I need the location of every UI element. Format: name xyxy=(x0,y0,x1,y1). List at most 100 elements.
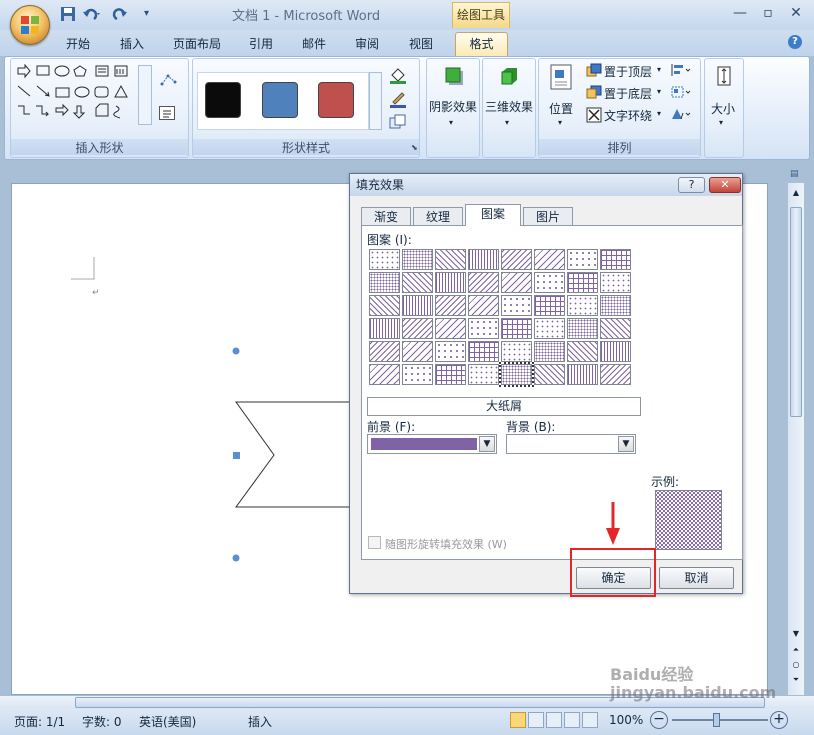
pattern-cell[interactable] xyxy=(567,249,598,270)
shadow-effects-button[interactable]: 阴影效果 xyxy=(429,98,477,115)
pattern-cell[interactable] xyxy=(369,318,400,339)
pattern-cell[interactable] xyxy=(369,341,400,362)
bring-to-front-icon[interactable] xyxy=(586,63,602,77)
pattern-cell[interactable] xyxy=(567,295,598,316)
pattern-cell[interactable] xyxy=(567,341,598,362)
rotate-icon[interactable] xyxy=(670,107,692,121)
position-icon[interactable] xyxy=(550,64,572,90)
pattern-cell[interactable] xyxy=(402,272,433,293)
pattern-cell[interactable] xyxy=(402,249,433,270)
shape-outline-icon[interactable] xyxy=(388,90,408,108)
undo-icon[interactable] xyxy=(82,6,100,22)
style-swatch-black[interactable] xyxy=(205,82,241,118)
zoom-slider[interactable] xyxy=(672,719,768,721)
foreground-dropdown-icon[interactable]: ▼ xyxy=(479,436,495,452)
tab-mailings[interactable]: 邮件 xyxy=(302,34,326,54)
style-swatch-blue[interactable] xyxy=(262,82,298,118)
tab-texture[interactable]: 纹理 xyxy=(413,207,463,226)
pattern-cell[interactable] xyxy=(567,272,598,293)
style-gallery-scroll[interactable] xyxy=(369,72,382,130)
vertical-scrollbar[interactable]: ▲ ▼ ⏶ ○ ⏷ xyxy=(788,183,804,695)
pattern-cell[interactable] xyxy=(600,341,631,362)
tab-references[interactable]: 引用 xyxy=(249,34,273,54)
pattern-cell[interactable] xyxy=(534,318,565,339)
outline-view-icon[interactable] xyxy=(564,712,580,728)
text-wrapping-icon[interactable] xyxy=(586,107,602,123)
background-color-select[interactable]: ▼ xyxy=(506,434,636,454)
pattern-cell[interactable] xyxy=(435,341,466,362)
pattern-cell[interactable] xyxy=(468,364,499,385)
pattern-cell[interactable] xyxy=(468,249,499,270)
send-to-back-button[interactable]: 置于底层 xyxy=(604,85,652,102)
print-layout-icon[interactable] xyxy=(510,712,526,728)
browse-object-icon[interactable]: ○ xyxy=(790,660,802,672)
qat-customize-icon[interactable]: ▾ xyxy=(144,8,149,19)
help-icon[interactable]: ? xyxy=(788,35,802,49)
pattern-cell[interactable] xyxy=(468,341,499,362)
zoom-slider-thumb[interactable] xyxy=(713,713,720,727)
dialog-help-icon[interactable]: ? xyxy=(678,177,705,193)
pattern-cell[interactable] xyxy=(402,318,433,339)
pattern-cell[interactable] xyxy=(501,249,532,270)
pattern-cell[interactable] xyxy=(402,295,433,316)
pattern-cell[interactable] xyxy=(468,295,499,316)
send-back-dropdown-icon[interactable]: ▾ xyxy=(657,87,661,96)
pattern-cell[interactable] xyxy=(435,295,466,316)
pattern-cell[interactable] xyxy=(435,364,466,385)
group-icon[interactable] xyxy=(670,85,692,99)
tab-view[interactable]: 视图 xyxy=(409,34,433,54)
pattern-cell[interactable] xyxy=(435,272,466,293)
pattern-cell[interactable] xyxy=(600,318,631,339)
dialog-close-icon[interactable]: ✕ xyxy=(709,177,741,193)
pattern-cell[interactable] xyxy=(369,249,400,270)
bring-to-front-button[interactable]: 置于顶层 xyxy=(604,63,652,80)
zoom-out-icon[interactable]: − xyxy=(650,711,668,729)
restore-icon[interactable]: ▫ xyxy=(756,4,780,22)
dialog-launcher-icon[interactable]: ⬊ xyxy=(411,143,419,152)
tab-format[interactable]: 格式 xyxy=(455,32,508,57)
size-dropdown-icon[interactable]: ▾ xyxy=(719,118,723,127)
pattern-cell[interactable] xyxy=(567,318,598,339)
size-button[interactable]: 大小 xyxy=(711,100,735,117)
previous-page-icon[interactable]: ⏶ xyxy=(790,645,802,657)
word-count[interactable]: 字数: 0 xyxy=(82,713,122,730)
pattern-grid[interactable] xyxy=(369,249,635,389)
scroll-up-icon[interactable]: ▲ xyxy=(790,188,802,200)
pattern-cell[interactable] xyxy=(534,249,565,270)
tab-pattern[interactable]: 图案 xyxy=(465,204,521,226)
page-count[interactable]: 页面: 1/1 xyxy=(14,713,65,730)
foreground-color-select[interactable]: ▼ xyxy=(367,434,497,454)
threed-effects-button[interactable]: 三维效果 xyxy=(485,98,533,115)
pattern-cell[interactable] xyxy=(567,364,598,385)
pattern-cell[interactable] xyxy=(501,318,532,339)
style-swatch-red[interactable] xyxy=(318,82,354,118)
office-button[interactable] xyxy=(10,5,50,45)
pattern-cell[interactable] xyxy=(501,272,532,293)
pattern-cell[interactable] xyxy=(501,295,532,316)
draft-view-icon[interactable] xyxy=(582,712,598,728)
align-icon[interactable] xyxy=(670,63,692,77)
scroll-down-icon[interactable]: ▼ xyxy=(790,629,802,641)
shadow-dropdown-icon[interactable]: ▾ xyxy=(449,118,453,127)
tab-insert[interactable]: 插入 xyxy=(120,34,144,54)
bring-front-dropdown-icon[interactable]: ▾ xyxy=(657,65,661,74)
ruler-toggle-icon[interactable]: ▤ xyxy=(790,169,804,181)
vertical-scroll-thumb[interactable] xyxy=(790,207,802,417)
send-to-back-icon[interactable] xyxy=(586,85,602,99)
size-icon[interactable] xyxy=(714,64,734,88)
pattern-cell[interactable] xyxy=(402,341,433,362)
pattern-cell[interactable] xyxy=(402,364,433,385)
text-wrapping-button[interactable]: 文字环绕 xyxy=(604,107,652,124)
rotate-checkbox[interactable] xyxy=(368,536,381,549)
background-dropdown-icon[interactable]: ▼ xyxy=(618,436,634,452)
zoom-level[interactable]: 100% xyxy=(609,713,643,727)
pattern-cell[interactable] xyxy=(534,272,565,293)
pattern-cell[interactable] xyxy=(534,341,565,362)
pattern-cell[interactable] xyxy=(600,295,631,316)
position-dropdown-icon[interactable]: ▾ xyxy=(558,118,562,127)
minimize-icon[interactable]: — xyxy=(728,4,752,22)
pattern-cell[interactable] xyxy=(435,318,466,339)
banner-shape[interactable] xyxy=(225,340,355,570)
edit-shape-icon[interactable] xyxy=(160,72,178,88)
pattern-cell[interactable] xyxy=(600,249,631,270)
